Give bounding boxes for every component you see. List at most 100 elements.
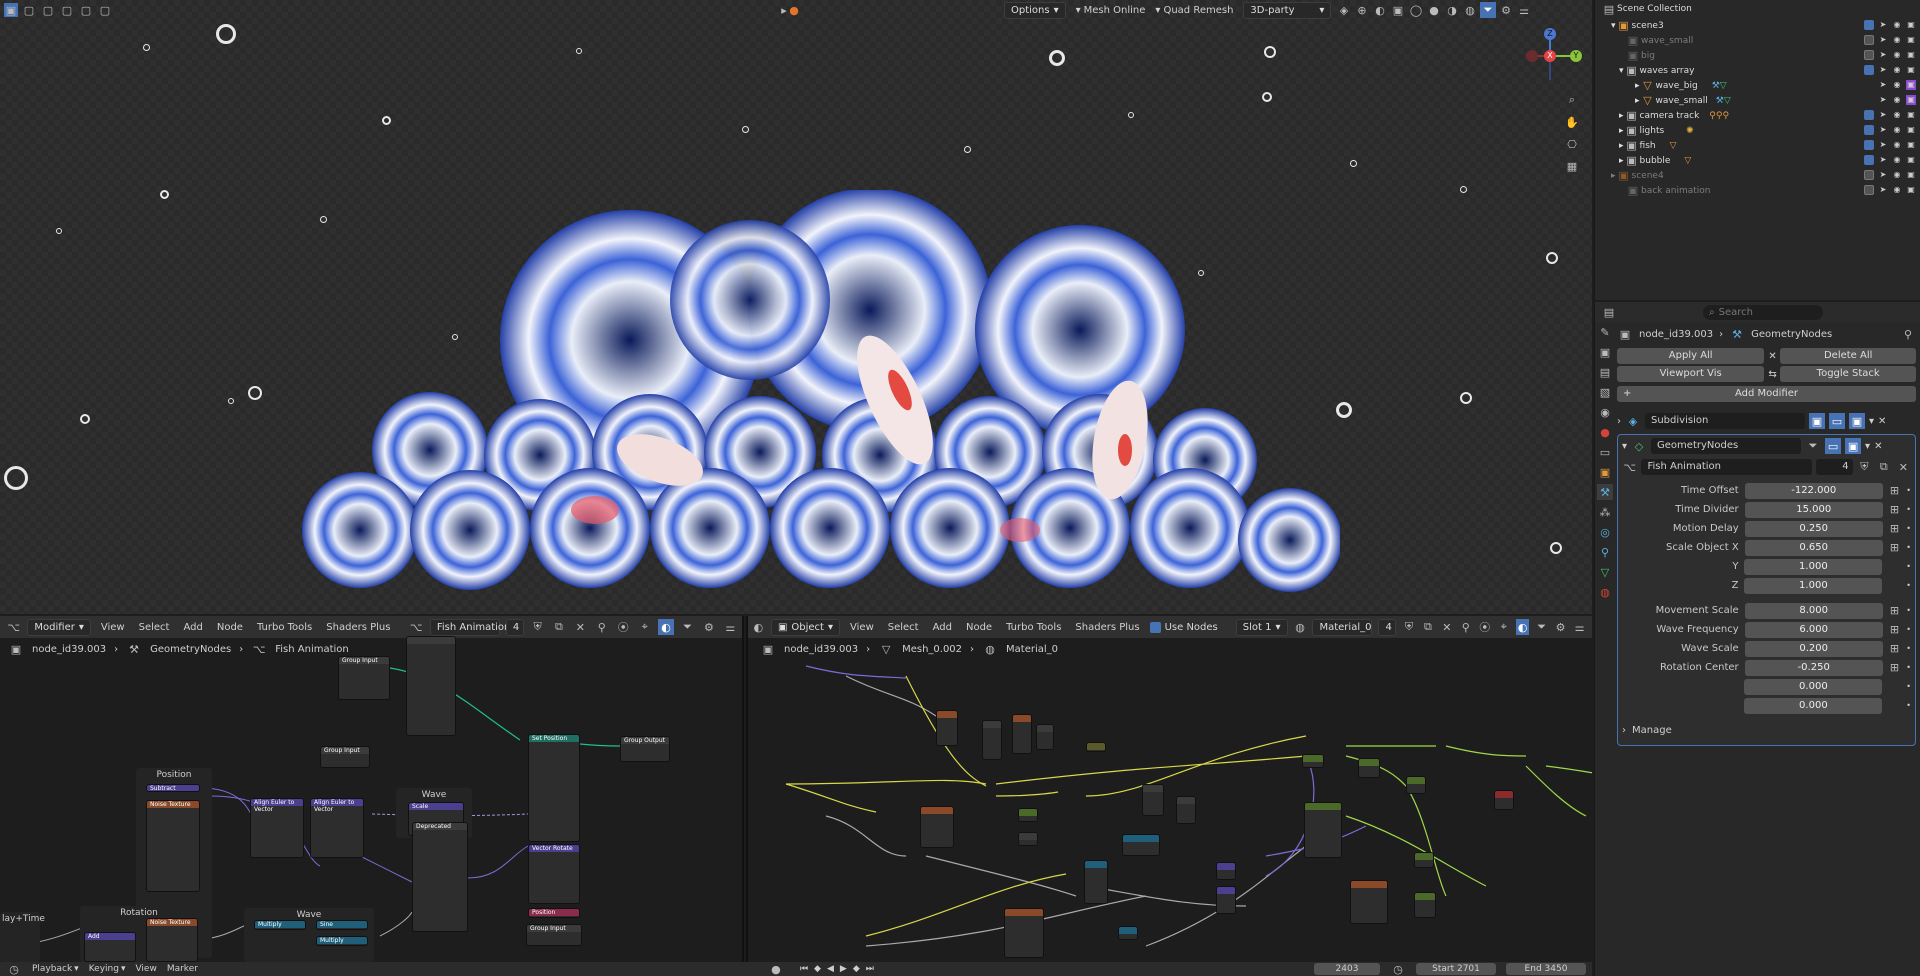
outliner-item[interactable]: ▾ ▣ scene3 ➤ ◉ ▣ [1595, 18, 1920, 33]
3d-viewport[interactable]: ▣ ▢ ▢ ▢ ▢ ▢ ▸ ● Options ▾ ▾ Mesh Online ▾ Q… [0, 0, 1592, 614]
outliner-panel[interactable]: ▤ Scene Collection ▾ ▣ scene3 ➤ ◉ ▣ ▣ wave_sm… [1594, 0, 1920, 300]
apply-all-button[interactable]: Apply All [1617, 348, 1765, 364]
modifier-subdivision[interactable]: › ◈ Subdivision ▣ ▭ ▣ ▾ ✕ [1617, 412, 1916, 430]
keyframe-dot-icon[interactable]: • [1906, 524, 1911, 533]
camera-render-icon[interactable]: ▣ [1906, 50, 1916, 60]
geometry-node-editor[interactable]: ⌥ Modifier ▾ View Select Add Node Turbo T… [0, 616, 744, 962]
attribute-toggle-icon[interactable]: ⊞ [1887, 660, 1903, 676]
shader-node[interactable] [1216, 886, 1236, 914]
tool-tab-icon[interactable]: ✎ [1597, 324, 1613, 340]
include-checkbox[interactable] [1864, 65, 1874, 75]
playback-menu[interactable]: Playback ▾ [32, 964, 79, 974]
view-object-types-icon[interactable]: ◈ [1336, 2, 1352, 18]
input-value-field[interactable]: 0.000 [1744, 678, 1883, 695]
chevron-right-icon[interactable]: › [1617, 416, 1621, 427]
solid-shading-icon[interactable]: ● [1426, 2, 1442, 18]
frame-wave-bottom[interactable]: Wave [244, 908, 374, 962]
search-input[interactable]: ⌕ Search [1703, 304, 1823, 320]
play-icon[interactable]: ▶ [840, 964, 847, 974]
add-node[interactable]: Add [84, 932, 136, 962]
modifier-tab-icon[interactable]: ⚒ [1597, 484, 1613, 500]
select-arrow-icon[interactable]: ➤ [1878, 50, 1888, 60]
eye-icon[interactable]: ◉ [1892, 35, 1902, 45]
eye-icon[interactable]: ◉ [1892, 140, 1902, 150]
wireframe-shading-icon[interactable]: ◯ [1408, 2, 1424, 18]
outliner-item[interactable]: ▸ ▣ scene4 ➤ ◉ ▣ [1595, 168, 1920, 183]
ortho-grid-icon[interactable]: ▦ [1564, 158, 1580, 174]
select-arrow-icon[interactable]: ➤ [1878, 155, 1888, 165]
subtract-select-icon[interactable]: ▢ [59, 2, 75, 18]
options-dropdown[interactable]: Options ▾ [1004, 2, 1066, 19]
camera-render-icon[interactable]: ▣ [1906, 125, 1916, 135]
outliner-item[interactable]: ▸ ▽ wave_small ⚒ ▽ ➤ ◉ ▣ [1595, 93, 1920, 108]
keyframe-dot-icon[interactable]: • [1906, 701, 1911, 710]
keyframe-dot-icon[interactable]: • [1906, 663, 1911, 672]
particles-tab-icon[interactable]: ⁂ [1597, 504, 1613, 520]
edit-mode-icon[interactable]: ▣ [1809, 413, 1825, 429]
quad-remesh-menu[interactable]: ▾ Quad Remesh [1155, 5, 1233, 16]
select-arrow-icon[interactable]: ➤ [1878, 80, 1888, 90]
select-arrow-icon[interactable]: ➤ [1878, 185, 1888, 195]
eye-icon[interactable]: ◉ [1892, 170, 1902, 180]
keyframe-dot-icon[interactable]: • [1906, 644, 1911, 653]
filter-icon[interactable]: ⏷ [1480, 2, 1496, 18]
input-value-field[interactable]: -122.000 [1744, 482, 1883, 499]
include-checkbox[interactable] [1864, 185, 1874, 195]
world-tab-icon[interactable]: ● [1597, 424, 1613, 440]
material-output-node[interactable] [1494, 790, 1514, 810]
gizmo-neg-x-axis[interactable] [1526, 50, 1538, 62]
jump-start-icon[interactable]: ⏮ [800, 964, 808, 974]
select-arrow-icon[interactable]: ➤ [1878, 35, 1888, 45]
material-tab-icon[interactable]: ◍ [1597, 584, 1613, 600]
multiply-node[interactable]: Multiply [316, 936, 368, 946]
delete-all-button[interactable]: Delete All [1780, 348, 1916, 364]
keying-menu[interactable]: Keying ▾ [89, 964, 126, 974]
pan-hand-icon[interactable]: ✋ [1564, 114, 1580, 130]
intersect-select-icon[interactable]: ▢ [97, 2, 113, 18]
navigation-gizmo[interactable]: Y Z X [1526, 28, 1584, 86]
eye-icon[interactable]: ◉ [1892, 155, 1902, 165]
gizmo-z-axis[interactable]: Z [1544, 28, 1556, 40]
view-menu[interactable]: View [135, 964, 156, 974]
eye-icon[interactable]: ◉ [1892, 20, 1902, 30]
zoom-icon[interactable]: ⌕ [1564, 92, 1580, 108]
physics-tab-icon[interactable]: ◎ [1597, 524, 1613, 540]
camera-render-icon[interactable]: ▣ [1906, 20, 1916, 30]
select-arrow-icon[interactable]: ➤ [1878, 110, 1888, 120]
close-icon[interactable]: ✕ [1874, 441, 1882, 452]
shader-node[interactable] [1414, 892, 1436, 918]
unlink-icon[interactable]: ✕ [1896, 459, 1911, 475]
gizmo-y-axis[interactable]: Y [1570, 50, 1582, 62]
pin-icon[interactable]: ⚲ [1900, 326, 1916, 342]
include-checkbox[interactable] [1864, 110, 1874, 120]
shader-node[interactable] [1216, 862, 1236, 880]
keyframe-dot-icon[interactable]: • [1906, 543, 1911, 552]
outliner-item[interactable]: ▸ ▣ bubble ▽ ➤ ◉ ▣ [1595, 153, 1920, 168]
fake-user-icon[interactable]: ⛨ [1857, 459, 1872, 475]
shader-node[interactable] [1350, 880, 1388, 924]
eye-icon[interactable]: ◉ [1892, 95, 1902, 105]
include-checkbox[interactable] [1864, 50, 1874, 60]
output-tab-icon[interactable]: ▤ [1597, 364, 1613, 380]
shader-node[interactable] [1176, 796, 1196, 824]
keyframe-dot-icon[interactable]: • [1906, 625, 1911, 634]
align-euler-node[interactable]: Align Euler to Vector [250, 798, 304, 858]
gizmo-icon[interactable]: ⊕ [1354, 2, 1370, 18]
input-value-field[interactable]: 1.000 [1744, 558, 1883, 575]
xray-icon[interactable]: ▣ [1390, 2, 1406, 18]
data-tab-icon[interactable]: ▽ [1597, 564, 1613, 580]
shader-node[interactable] [1084, 860, 1108, 904]
select-arrow-icon[interactable]: ➤ [1878, 65, 1888, 75]
input-value-field[interactable]: 0.000 [1744, 697, 1883, 714]
align-euler-node[interactable]: Align Euler to Vector [310, 798, 364, 858]
shader-node[interactable] [1406, 776, 1426, 794]
input-value-field[interactable]: 6.000 [1744, 621, 1883, 638]
overlay-icon[interactable]: ◐ [1372, 2, 1388, 18]
input-value-field[interactable]: 8.000 [1744, 602, 1883, 619]
attribute-toggle-icon[interactable]: ⊞ [1887, 641, 1903, 657]
camera-view-icon[interactable]: ⎔ [1564, 136, 1580, 152]
deprecated-node[interactable]: Deprecated [412, 822, 468, 932]
current-frame-field[interactable]: 2403 [1314, 963, 1380, 975]
mesh-online-menu[interactable]: ▾ Mesh Online [1076, 5, 1146, 16]
frame-time[interactable]: lay+Time [0, 912, 45, 962]
